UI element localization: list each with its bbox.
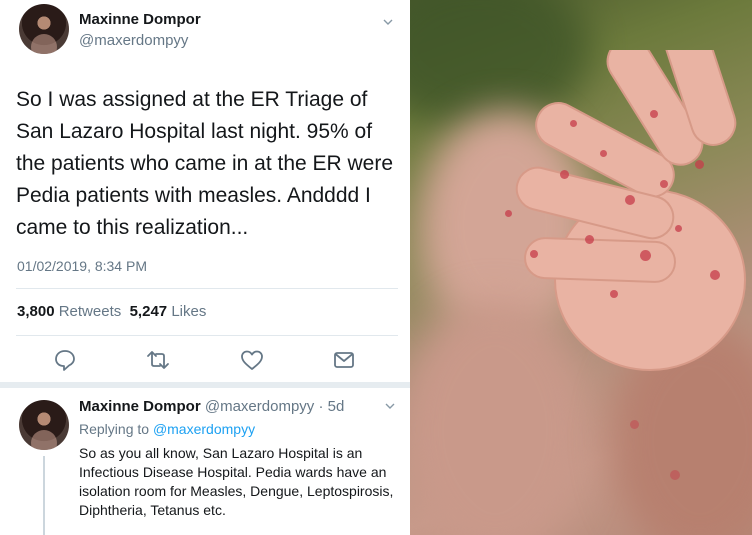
like-icon[interactable] [239, 347, 265, 373]
author-name[interactable]: Maxinne Dompor [79, 11, 201, 28]
likes-label[interactable]: Likes [171, 303, 206, 320]
chevron-down-icon[interactable] [383, 17, 393, 27]
reply-handle-time[interactable]: @maxerdompyy · 5d [205, 398, 344, 415]
reply-text: So as you all know, San Lazaro Hospital … [79, 445, 394, 518]
tweet-column: Maxinne Dompor @maxerdompyy So I was ass… [0, 0, 410, 535]
replying-prefix: Replying to [79, 421, 150, 437]
retweets-count[interactable]: 3,800 [17, 303, 55, 320]
avatar[interactable] [19, 4, 69, 54]
reply-avatar[interactable] [19, 400, 69, 450]
engagement-stats: 3,800 Retweets 5,247 Likes [17, 303, 206, 320]
measles-photo [410, 0, 752, 535]
message-icon[interactable] [331, 347, 357, 373]
likes-count[interactable]: 5,247 [130, 303, 168, 320]
retweet-icon[interactable] [145, 347, 171, 373]
replying-to: Replying to @maxerdompyy [79, 421, 255, 437]
reply-header: Maxinne Dompor @maxerdompyy · 5d [79, 398, 344, 415]
thread-line [43, 456, 45, 535]
author-handle[interactable]: @maxerdompyy [79, 32, 188, 49]
reply-author-name[interactable]: Maxinne Dompor [79, 398, 201, 415]
reply-icon[interactable] [52, 347, 78, 373]
chevron-down-icon[interactable] [385, 401, 395, 411]
divider [16, 335, 398, 336]
retweets-label[interactable]: Retweets [59, 303, 122, 320]
section-separator [0, 382, 410, 388]
replying-mention[interactable]: @maxerdompyy [153, 421, 255, 437]
divider [16, 288, 398, 289]
tweet-timestamp[interactable]: 01/02/2019, 8:34 PM [17, 258, 147, 274]
hand-image [515, 50, 746, 371]
tweet-text: So I was assigned at the ER Triage of Sa… [16, 88, 394, 239]
